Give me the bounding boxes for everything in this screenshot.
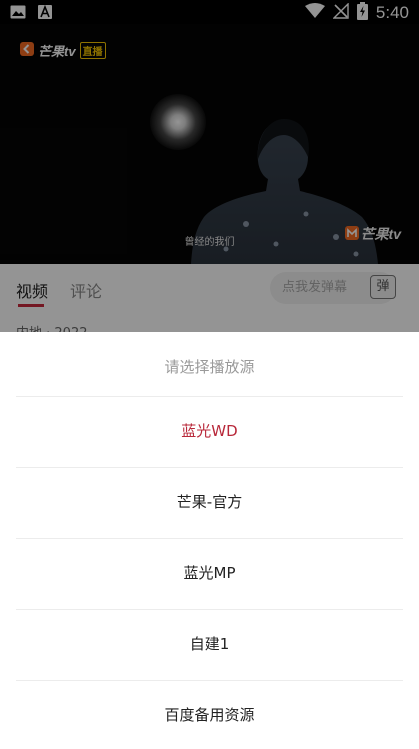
source-option[interactable]: 芒果-官方 [0,467,419,538]
sheet-title: 请选择播放源 [164,358,255,376]
source-option[interactable]: 自建1 [0,609,419,680]
source-picker-sheet: 请选择播放源 蓝光WD 芒果-官方 蓝光MP 自建1 百度备用资源 [0,332,419,749]
source-option[interactable]: 百度备用资源 [0,680,419,749]
source-option[interactable]: 蓝光WD [0,396,419,467]
source-option[interactable]: 蓝光MP [0,538,419,609]
